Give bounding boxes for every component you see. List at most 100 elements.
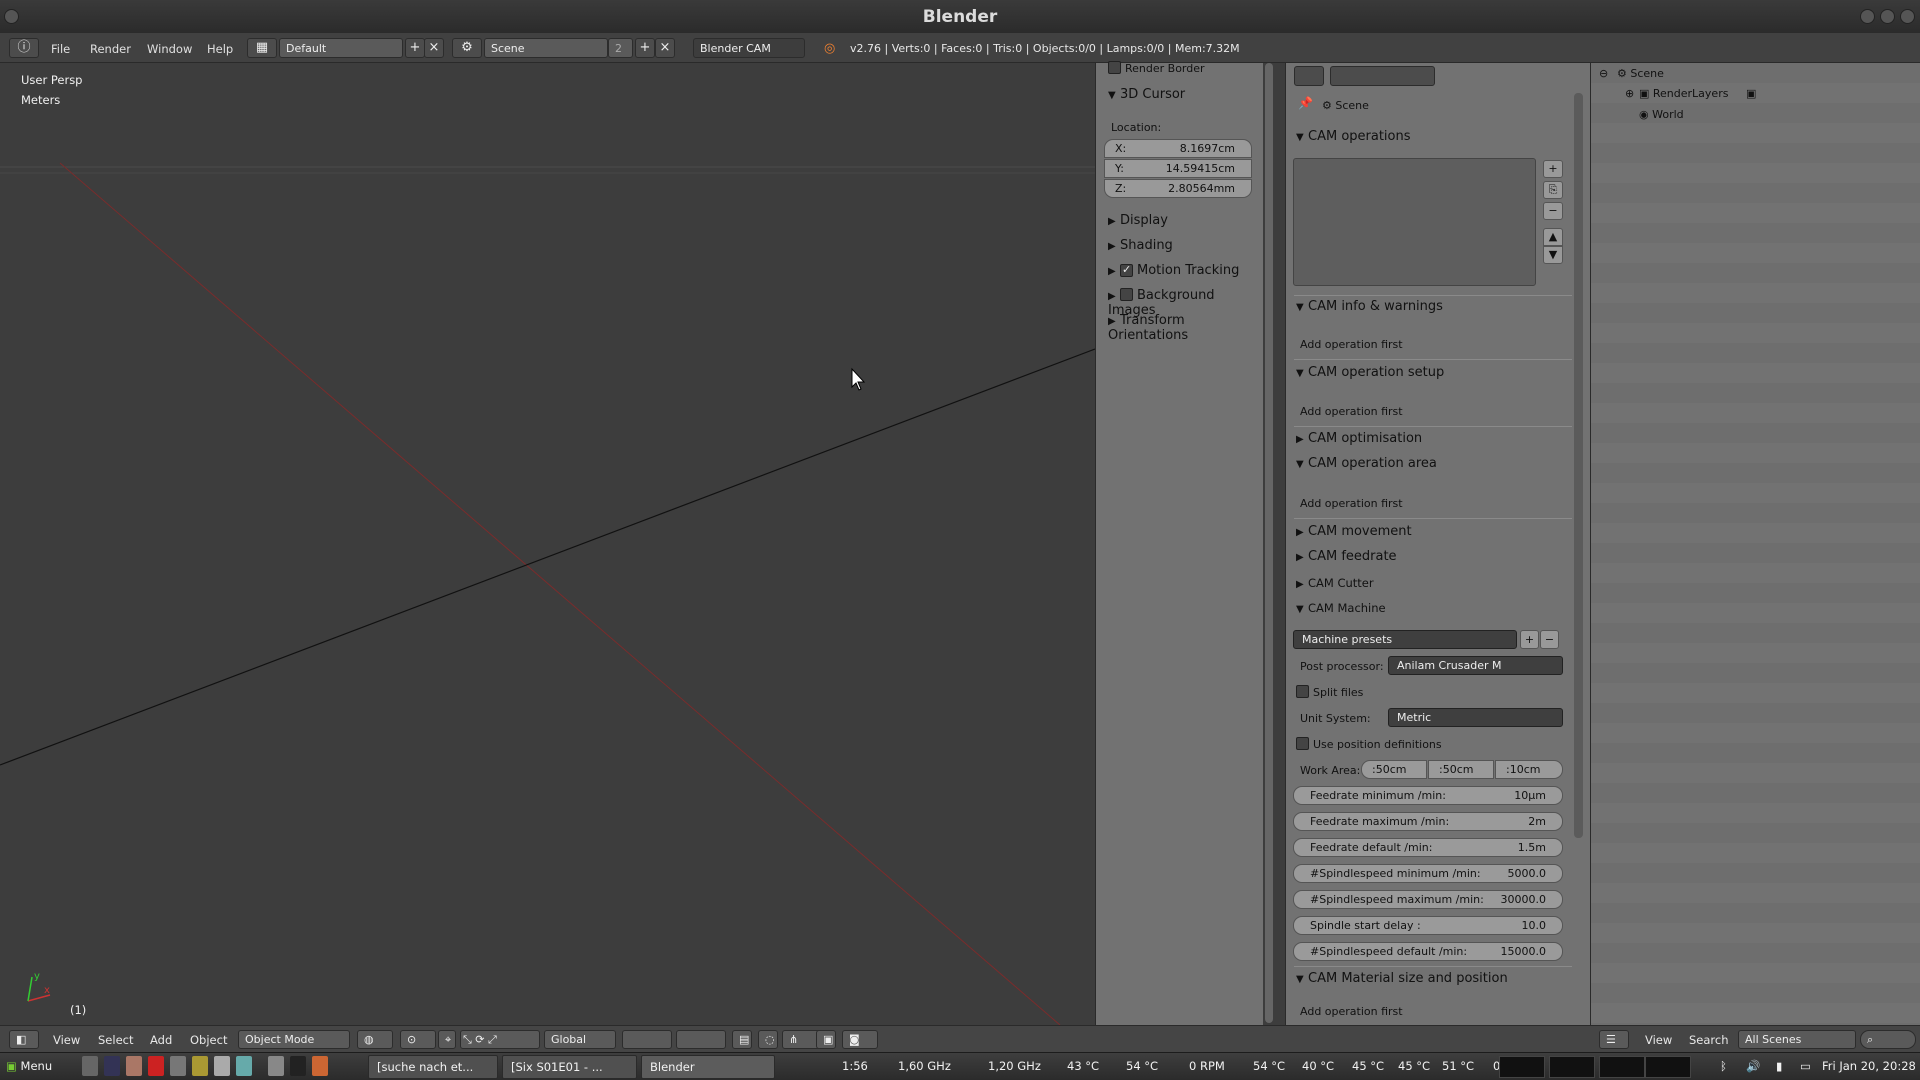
start-menu-button[interactable]: ▣ Menu: [6, 1059, 52, 1073]
browser-icon[interactable]: [312, 1056, 328, 1076]
monitor-icon[interactable]: [236, 1056, 252, 1076]
network-icon[interactable]: ▮: [1776, 1059, 1782, 1073]
machine-presets-dropdown[interactable]: Machine presets: [1293, 630, 1517, 649]
render-engine-dropdown[interactable]: Blender CAM: [693, 38, 805, 58]
work-area-y-field[interactable]: :50cm: [1428, 760, 1494, 779]
move-down-icon[interactable]: ▼: [1543, 246, 1563, 264]
panel-cam-cutter[interactable]: ▶ CAM Cutter: [1296, 576, 1374, 590]
close-icon[interactable]: [1900, 9, 1915, 24]
cam-operations-list[interactable]: [1293, 158, 1536, 286]
spindlespeed-min-field[interactable]: #Spindlespeed minimum /min: 5000.0: [1293, 864, 1563, 883]
maximize-icon[interactable]: [1880, 9, 1895, 24]
remove-layout-icon[interactable]: ×: [424, 38, 444, 58]
outliner-filter-dropdown[interactable]: All Scenes: [1738, 1030, 1856, 1049]
work-area-z-field[interactable]: :10cm: [1495, 760, 1563, 779]
add-operation-icon[interactable]: +: [1543, 160, 1563, 178]
background-images-checkbox[interactable]: [1120, 288, 1133, 301]
properties-scrollbar[interactable]: [1574, 93, 1583, 838]
feedrate-default-field[interactable]: Feedrate default /min: 1.5m: [1293, 838, 1563, 857]
post-processor-dropdown[interactable]: Anilam Crusader M: [1388, 656, 1563, 675]
shelf-scrollbar[interactable]: [1265, 63, 1273, 1023]
terminal-icon[interactable]: [290, 1056, 306, 1076]
task-six[interactable]: [Six S01E01 - ...: [502, 1055, 637, 1079]
feedrate-max-field[interactable]: Feedrate maximum /min: 2m: [1293, 812, 1563, 831]
panel-cam-movement[interactable]: ▶ CAM movement: [1296, 524, 1412, 539]
remove-scene-icon[interactable]: ×: [655, 38, 675, 58]
panel-cam-operation-area[interactable]: ▼ CAM operation area: [1296, 456, 1437, 471]
layers-grid-2[interactable]: [676, 1030, 726, 1049]
editor-type-info-icon[interactable]: ⓘ: [9, 38, 39, 58]
panel-cam-optimisation[interactable]: ▶ CAM optimisation: [1296, 431, 1422, 446]
gimp-icon[interactable]: [126, 1056, 142, 1076]
files-icon[interactable]: [192, 1056, 208, 1076]
renderlayer-icon[interactable]: ▣: [1746, 87, 1756, 100]
panel-transform-orientations[interactable]: ▶ Transform Orientations: [1108, 313, 1263, 343]
viewport-shading-icon[interactable]: ◍: [357, 1030, 393, 1049]
collapse-scene-icon[interactable]: ⊖: [1599, 67, 1608, 80]
move-up-icon[interactable]: ▲: [1543, 228, 1563, 246]
minimize-icon[interactable]: [1860, 9, 1875, 24]
spindlespeed-max-field[interactable]: #Spindlespeed maximum /min: 30000.0: [1293, 890, 1563, 909]
desktop-icon[interactable]: [268, 1056, 284, 1076]
expand-renderlayers-icon[interactable]: ⊕: [1625, 87, 1634, 100]
context-tabs[interactable]: [1330, 66, 1435, 86]
render-icon[interactable]: ▣: [816, 1030, 836, 1049]
object-mode-dropdown[interactable]: Object Mode: [238, 1030, 350, 1049]
menu-help[interactable]: Help: [207, 42, 233, 56]
task-blender[interactable]: Blender: [641, 1055, 775, 1079]
use-position-defs-toggle[interactable]: Use position definitions: [1296, 737, 1442, 751]
panel-display[interactable]: ▶ Display: [1108, 213, 1168, 228]
editor-type-3dview-icon[interactable]: ◧: [9, 1030, 39, 1049]
orientation-dropdown[interactable]: Global: [544, 1030, 616, 1049]
outliner-scene[interactable]: ⚙ Scene: [1617, 67, 1664, 80]
lock-layers-icon[interactable]: ▤: [732, 1030, 752, 1049]
volume-icon[interactable]: 🔊: [1746, 1059, 1760, 1073]
display-icon[interactable]: ▭: [1800, 1059, 1811, 1073]
panel-3d-cursor[interactable]: ▼ 3D Cursor: [1108, 87, 1185, 102]
app-icon[interactable]: [170, 1056, 186, 1076]
screen-layout-field[interactable]: Default: [279, 38, 403, 58]
add-preset-icon[interactable]: +: [1520, 630, 1539, 649]
screen-layout-icon[interactable]: ▦: [247, 38, 277, 58]
menu-render[interactable]: Render: [90, 42, 131, 56]
panel-cam-operations[interactable]: ▼ CAM operations: [1296, 129, 1411, 144]
motion-tracking-checkbox[interactable]: [1120, 264, 1133, 277]
pivot-point-icon[interactable]: ⊙: [400, 1030, 436, 1049]
copy-operation-icon[interactable]: ⎘: [1543, 181, 1563, 199]
menu-select[interactable]: Select: [98, 1033, 133, 1047]
outliner-world[interactable]: ◉ World: [1639, 108, 1684, 121]
manipulator-icon[interactable]: ⌖: [438, 1030, 456, 1049]
use-position-defs-checkbox[interactable]: [1296, 737, 1309, 750]
editor-icon[interactable]: [214, 1056, 230, 1076]
layers-grid-1[interactable]: [622, 1030, 672, 1049]
unit-system-dropdown[interactable]: Metric: [1388, 708, 1563, 727]
remove-preset-icon[interactable]: −: [1540, 630, 1559, 649]
proportional-edit-icon[interactable]: ◌: [758, 1030, 778, 1049]
calculator-icon[interactable]: [82, 1056, 98, 1076]
outliner-menu-view[interactable]: View: [1645, 1033, 1672, 1047]
add-scene-icon[interactable]: +: [635, 38, 655, 58]
cursor-z-field[interactable]: Z: 2.80564mm: [1104, 179, 1252, 198]
panel-cam-material[interactable]: ▼ CAM Material size and position: [1296, 971, 1508, 986]
outliner-search-icon[interactable]: ⌕: [1860, 1030, 1916, 1049]
firefox-icon[interactable]: [104, 1056, 120, 1076]
task-search[interactable]: [suche nach et...: [368, 1055, 498, 1079]
menu-window[interactable]: Window: [147, 42, 192, 56]
panel-cam-operation-setup[interactable]: ▼ CAM operation setup: [1296, 365, 1444, 380]
panel-cam-machine[interactable]: ▼ CAM Machine: [1296, 601, 1386, 615]
menu-add[interactable]: Add: [150, 1033, 172, 1047]
panel-motion-tracking[interactable]: ▶Motion Tracking: [1108, 263, 1239, 278]
menu-file[interactable]: File: [51, 42, 70, 56]
split-files-checkbox[interactable]: [1296, 685, 1309, 698]
outliner-renderlayers[interactable]: ▣ RenderLayers: [1639, 87, 1728, 100]
outliner-menu-search[interactable]: Search: [1689, 1033, 1729, 1047]
spindle-start-delay-field[interactable]: Spindle start delay :10.0: [1293, 916, 1563, 935]
3d-viewport[interactable]: User Persp Meters (1) x y: [0, 63, 1095, 1025]
render-border-checkbox[interactable]: [1108, 61, 1121, 74]
pin-icon[interactable]: 📌: [1298, 96, 1313, 110]
split-files-toggle[interactable]: Split files: [1296, 685, 1363, 699]
spindlespeed-default-field[interactable]: #Spindlespeed default /min: 15000.0: [1293, 942, 1563, 961]
editor-type-properties-icon[interactable]: [1294, 66, 1324, 86]
editor-type-outliner-icon[interactable]: ☰: [1599, 1030, 1629, 1049]
filezilla-icon[interactable]: [148, 1056, 164, 1076]
